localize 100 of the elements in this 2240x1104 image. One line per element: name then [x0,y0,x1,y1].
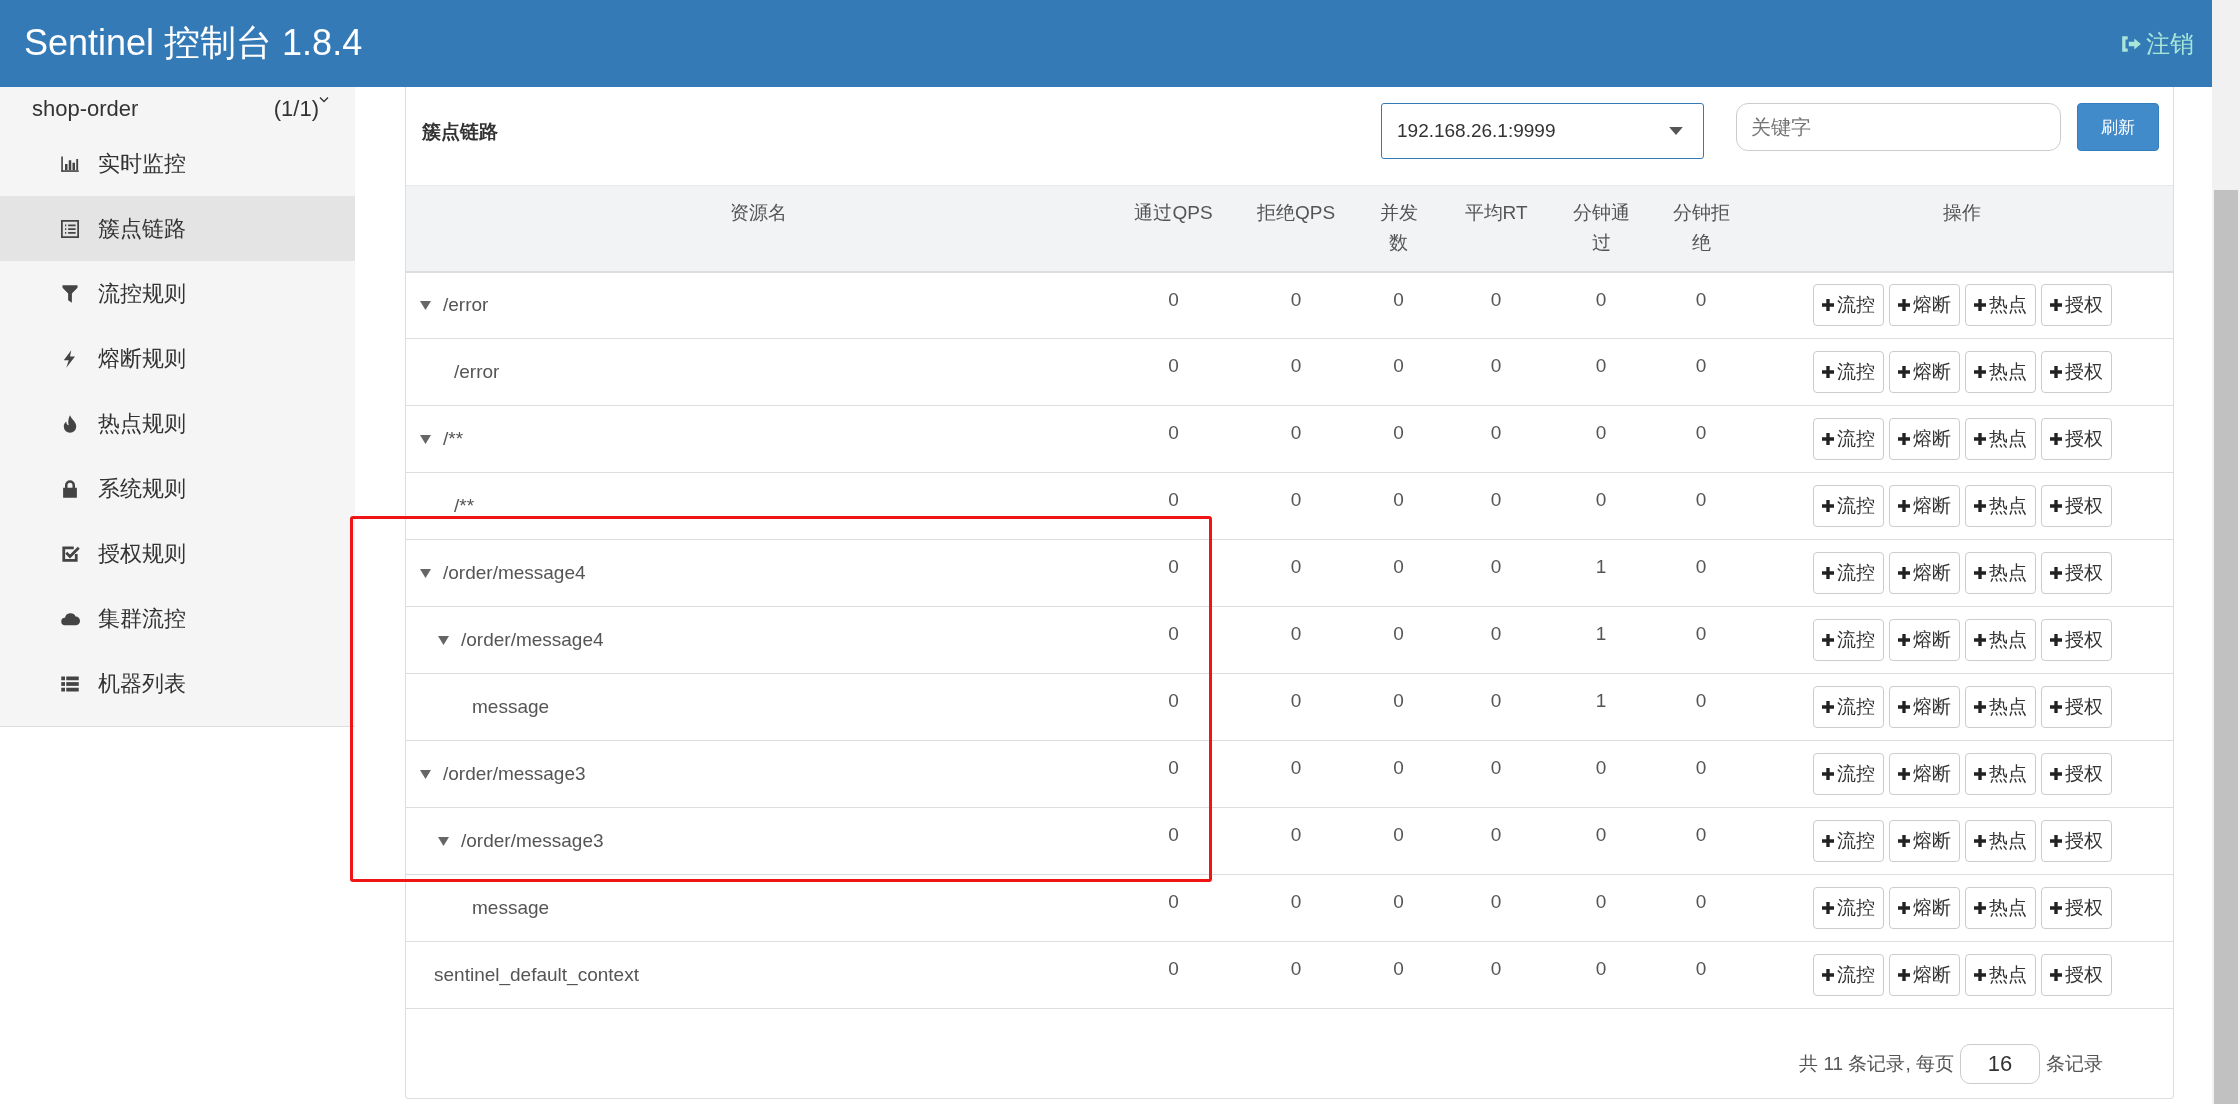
add-rule-button[interactable]: 流控 [1812,887,1884,929]
sidebar-item[interactable]: 热点规则 [0,391,355,456]
table-cell-text: 0 [1594,422,1608,444]
table-cell-text: 0 [1289,489,1303,511]
add-rule-button[interactable]: 流控 [1812,954,1884,996]
add-rule-button[interactable]: 流控 [1812,753,1884,795]
add-rule-button[interactable]: 熔断 [1888,753,1960,795]
add-rule-button[interactable]: 熔断 [1888,284,1960,327]
scrollbar[interactable] [2212,0,2240,1104]
sidebar-item[interactable]: 簇点链路 [0,196,355,261]
add-rule-button[interactable]: 授权 [2040,686,2112,728]
add-rule-button[interactable]: 流控 [1812,418,1884,460]
add-rule-button[interactable]: 熔断 [1888,418,1960,460]
add-rule-button[interactable]: 流控 [1812,351,1884,393]
add-rule-button[interactable]: 熔断 [1888,686,1960,728]
lock-icon [60,478,80,499]
plus-icon [1973,768,1986,780]
add-rule-button[interactable]: 熔断 [1888,351,1960,393]
sidebar-item[interactable]: 机器列表 [0,651,355,716]
plus-icon [1973,835,1986,847]
add-rule-button[interactable]: 授权 [2040,820,2112,862]
table-cell-text: 0 [1167,623,1180,645]
expand-triangle-icon[interactable] [420,434,431,444]
app-selector[interactable]: shop-order (1/1) [0,87,355,131]
add-rule-button[interactable]: 热点 [1964,619,2036,661]
add-rule-button[interactable]: 熔断 [1888,552,1960,594]
add-rule-button[interactable]: 熔断 [1888,820,1960,862]
table-cell-text: 0 [1489,422,1503,444]
sidebar-item[interactable]: 授权规则 [0,521,355,586]
add-rule-button[interactable]: 授权 [2040,619,2112,661]
plus-icon [1897,969,1910,981]
add-rule-button[interactable]: 熔断 [1888,485,1960,527]
table-cell-text: 0 [1289,556,1303,578]
add-rule-button[interactable]: 热点 [1964,887,2036,929]
expand-triangle-icon[interactable] [420,300,431,310]
add-rule-button[interactable]: 热点 [1964,351,2036,393]
page-size-field[interactable]: 16 [1960,1044,2040,1084]
expand-triangle-icon[interactable] [420,568,431,578]
add-rule-button[interactable]: 授权 [2040,485,2112,527]
column-header: 平均RT [1464,202,1528,223]
add-rule-button[interactable]: 授权 [2040,887,2112,929]
add-rule-button[interactable]: 流控 [1812,485,1884,527]
add-rule-button[interactable]: 流控 [1812,686,1884,728]
plus-icon [1897,433,1910,445]
plus-icon [2049,701,2062,713]
add-rule-button[interactable]: 热点 [1964,686,2036,728]
table-cell-text: 0 [1167,355,1180,377]
chevron-icon [319,96,329,103]
add-rule-button[interactable]: 热点 [1964,753,2036,795]
plus-icon [1821,969,1834,981]
table-cell-text: 0 [1167,489,1180,511]
table-cell-text: 0 [1167,288,1180,311]
expand-triangle-icon[interactable] [438,836,449,846]
search-field[interactable]: 关键字 [1736,103,2061,151]
plus-icon [2049,500,2062,512]
plus-icon [1973,366,1986,378]
add-rule-button[interactable]: 熔断 [1888,954,1960,996]
add-rule-button[interactable]: 授权 [2040,351,2112,393]
add-rule-button[interactable]: 授权 [2040,954,2112,996]
table-cell-text: 0 [1289,891,1303,913]
sidebar-item[interactable]: 流控规则 [0,261,355,326]
add-rule-button[interactable]: 流控 [1812,284,1884,327]
logout-icon [2120,34,2142,53]
expand-triangle-icon[interactable] [438,635,449,645]
add-rule-button[interactable]: 授权 [2040,418,2112,460]
add-rule-button[interactable]: 热点 [1964,820,2036,862]
add-rule-button[interactable]: 热点 [1964,954,2036,996]
resource-name: /order/message3 [461,830,604,852]
table-cell-text: 0 [1167,757,1180,779]
plus-icon [1821,634,1834,646]
record-unit: 条记录 [2046,1052,2103,1076]
table-cell-text: 0 [1167,824,1180,846]
sidebar-item[interactable]: 系统规则 [0,456,355,521]
resource-name: /order/message3 [443,763,586,785]
add-rule-button[interactable]: 流控 [1812,820,1884,862]
add-rule-button[interactable]: 授权 [2040,552,2112,594]
machine-select[interactable]: 192.168.26.1:9999 [1381,103,1704,159]
sidebar-item[interactable]: 熔断规则 [0,326,355,391]
add-rule-button[interactable]: 热点 [1964,418,2036,460]
refresh-button[interactable]: 刷新 [2077,103,2159,151]
add-rule-button[interactable]: 授权 [2040,284,2112,327]
sidebar-item[interactable]: 实时监控 [0,131,355,196]
add-rule-button[interactable]: 熔断 [1888,619,1960,661]
plus-icon [1897,634,1910,646]
expand-triangle-icon[interactable] [420,769,431,779]
sidebar-item[interactable]: 集群流控 [0,586,355,651]
plus-icon [1821,366,1834,378]
add-rule-button[interactable]: 流控 [1812,619,1884,661]
add-rule-button[interactable]: 熔断 [1888,887,1960,929]
add-rule-button[interactable]: 热点 [1964,552,2036,594]
add-rule-button[interactable]: 热点 [1964,284,2036,327]
resource-name: message [472,897,550,919]
add-rule-button[interactable]: 流控 [1812,552,1884,594]
plus-icon [1973,500,1986,512]
add-rule-button[interactable]: 授权 [2040,753,2112,795]
plus-icon [1821,768,1834,780]
add-rule-button[interactable]: 热点 [1964,485,2036,527]
plus-icon [1821,902,1834,914]
column-header: 并发数 [1379,202,1418,253]
table-cell-text: 0 [1489,489,1503,511]
